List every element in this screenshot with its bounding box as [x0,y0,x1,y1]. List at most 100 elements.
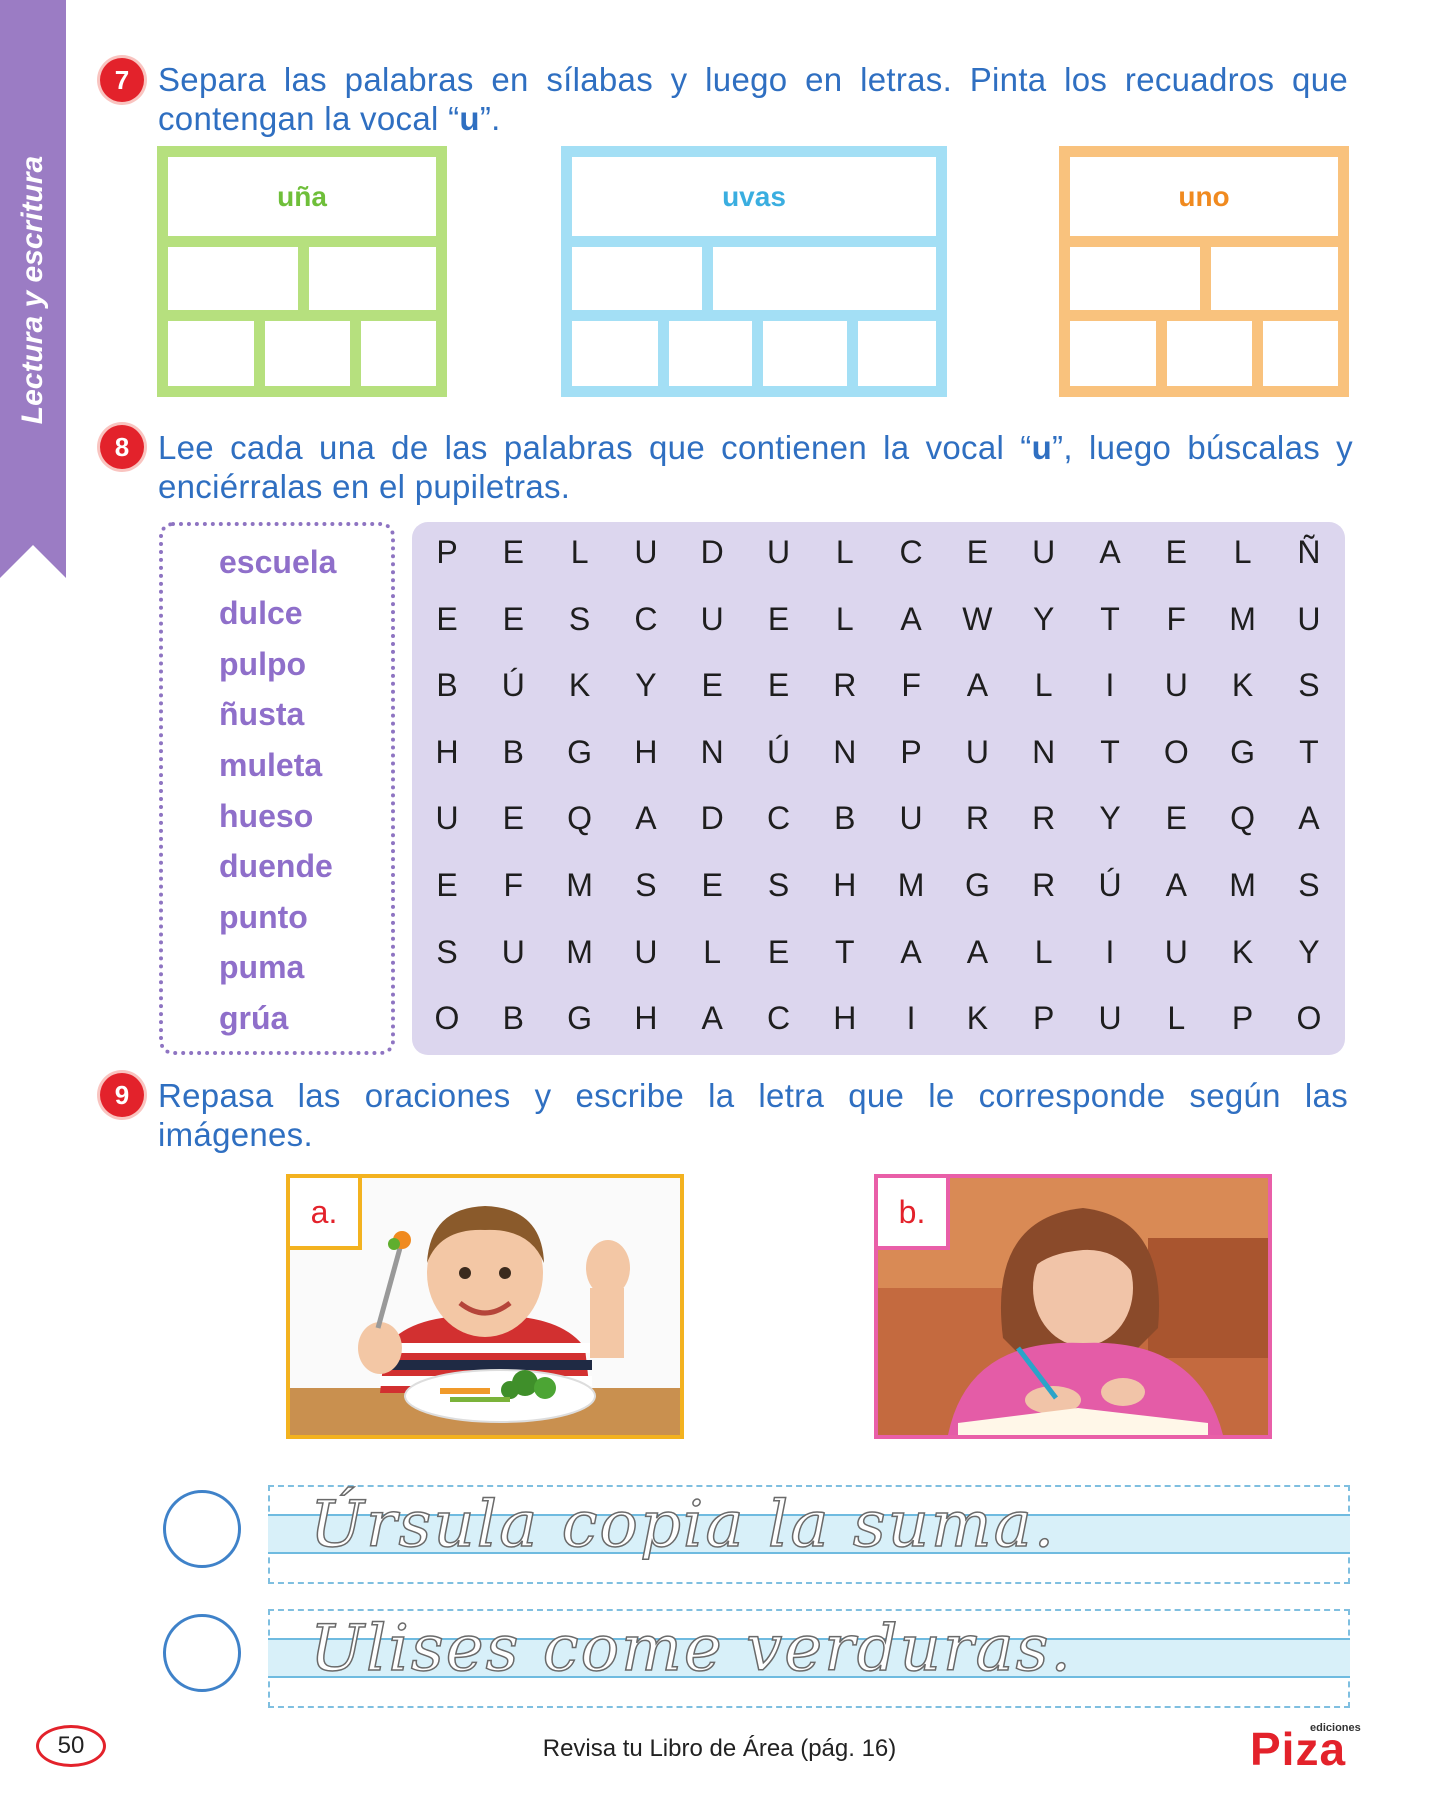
grid-letter[interactable]: H [621,1000,671,1037]
grid-letter[interactable]: M [1218,601,1268,638]
grid-letter[interactable]: A [687,1000,737,1037]
grid-letter[interactable]: N [820,734,870,771]
grid-letter[interactable]: S [754,867,804,904]
grid-letter[interactable]: M [886,867,936,904]
grid-letter[interactable]: C [886,534,936,571]
grid-letter[interactable]: H [422,734,472,771]
grid-letter[interactable]: Y [621,667,671,704]
grid-letter[interactable]: D [687,534,737,571]
grid-letter[interactable]: C [621,601,671,638]
grid-letter[interactable]: G [952,867,1002,904]
grid-letter[interactable]: C [754,1000,804,1037]
grid-letter[interactable]: S [621,867,671,904]
syllable-box-una[interactable]: uña [157,146,447,397]
grid-letter[interactable]: U [952,734,1002,771]
grid-letter[interactable]: G [555,1000,605,1037]
grid-letter[interactable]: N [687,734,737,771]
grid-letter[interactable]: E [422,601,472,638]
syllable-box-uvas[interactable]: uvas [561,146,947,397]
grid-letter[interactable]: P [422,534,472,571]
grid-letter[interactable]: T [1085,601,1135,638]
grid-letter[interactable]: W [952,601,1002,638]
grid-letter[interactable]: L [1019,934,1069,971]
grid-letter[interactable]: U [1085,1000,1135,1037]
grid-letter[interactable]: R [952,800,1002,837]
grid-letter[interactable]: E [754,934,804,971]
grid-letter[interactable]: T [1284,734,1334,771]
grid-letter[interactable]: L [820,601,870,638]
grid-letter[interactable]: P [1218,1000,1268,1037]
grid-letter[interactable]: Y [1085,800,1135,837]
grid-letter[interactable]: Q [1218,800,1268,837]
grid-letter[interactable]: I [1085,934,1135,971]
grid-letter[interactable]: U [886,800,936,837]
grid-letter[interactable]: E [488,601,538,638]
grid-letter[interactable]: I [886,1000,936,1037]
grid-letter[interactable]: Y [1284,934,1334,971]
grid-letter[interactable]: T [1085,734,1135,771]
grid-letter[interactable]: U [754,534,804,571]
grid-letter[interactable]: U [1019,534,1069,571]
grid-letter[interactable]: L [1151,1000,1201,1037]
grid-letter[interactable]: S [555,601,605,638]
grid-letter[interactable]: K [555,667,605,704]
grid-letter[interactable]: O [422,1000,472,1037]
grid-letter[interactable]: A [952,934,1002,971]
grid-letter[interactable]: H [820,867,870,904]
grid-letter[interactable]: R [820,667,870,704]
grid-letter[interactable]: E [488,800,538,837]
grid-letter[interactable]: E [754,601,804,638]
grid-letter[interactable]: Ú [754,734,804,771]
grid-letter[interactable]: P [1019,1000,1069,1037]
grid-letter[interactable]: U [687,601,737,638]
grid-letter[interactable]: M [1218,867,1268,904]
grid-letter[interactable]: U [1151,667,1201,704]
grid-letter[interactable]: E [687,667,737,704]
grid-letter[interactable]: Ñ [1284,534,1334,571]
grid-letter[interactable]: A [952,667,1002,704]
grid-letter[interactable]: L [1019,667,1069,704]
grid-letter[interactable]: C [754,800,804,837]
grid-letter[interactable]: U [621,934,671,971]
grid-letter[interactable]: S [1284,867,1334,904]
grid-letter[interactable]: A [1151,867,1201,904]
grid-letter[interactable]: U [488,934,538,971]
grid-letter[interactable]: K [1218,667,1268,704]
answer-circle-2[interactable] [163,1614,241,1692]
grid-letter[interactable]: L [687,934,737,971]
grid-letter[interactable]: E [488,534,538,571]
grid-letter[interactable]: B [488,734,538,771]
grid-letter[interactable]: N [1019,734,1069,771]
grid-letter[interactable]: G [1218,734,1268,771]
grid-letter[interactable]: A [886,934,936,971]
grid-letter[interactable]: K [952,1000,1002,1037]
grid-letter[interactable]: E [687,867,737,904]
grid-letter[interactable]: S [1284,667,1334,704]
grid-letter[interactable]: L [555,534,605,571]
grid-letter[interactable]: M [555,867,605,904]
grid-letter[interactable]: Ú [1085,867,1135,904]
grid-letter[interactable]: O [1151,734,1201,771]
grid-letter[interactable]: E [952,534,1002,571]
grid-letter[interactable]: B [422,667,472,704]
grid-letter[interactable]: U [621,534,671,571]
grid-letter[interactable]: E [1151,534,1201,571]
grid-letter[interactable]: A [1284,800,1334,837]
grid-letter[interactable]: Q [555,800,605,837]
grid-letter[interactable]: A [886,601,936,638]
grid-letter[interactable]: R [1019,800,1069,837]
grid-letter[interactable]: K [1218,934,1268,971]
grid-letter[interactable]: B [820,800,870,837]
grid-letter[interactable]: L [1218,534,1268,571]
grid-letter[interactable]: H [820,1000,870,1037]
grid-letter[interactable]: F [488,867,538,904]
grid-letter[interactable]: A [1085,534,1135,571]
grid-letter[interactable]: D [687,800,737,837]
grid-letter[interactable]: Y [1019,601,1069,638]
grid-letter[interactable]: B [488,1000,538,1037]
syllable-box-uno[interactable]: uno [1059,146,1349,397]
grid-letter[interactable]: L [820,534,870,571]
grid-letter[interactable]: F [886,667,936,704]
grid-letter[interactable]: A [621,800,671,837]
grid-letter[interactable]: U [1151,934,1201,971]
